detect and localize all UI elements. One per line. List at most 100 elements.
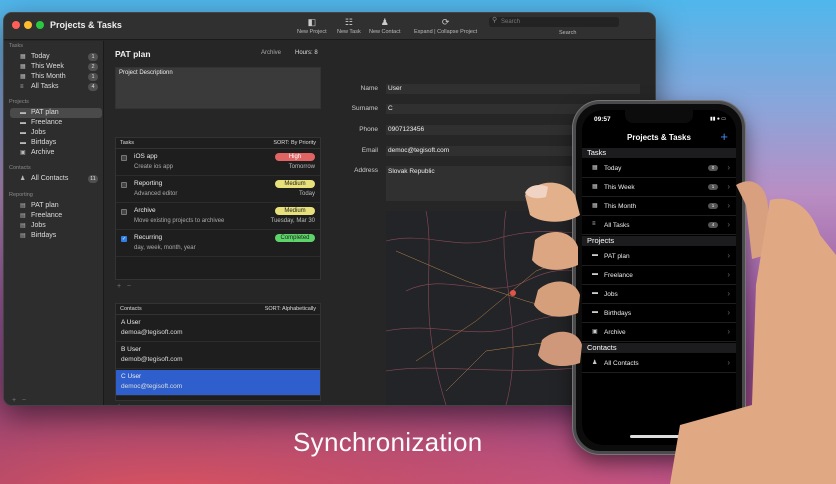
contact-row[interactable]: A User demoa@tegisoft.com xyxy=(116,316,320,342)
new-project-button[interactable]: ◧ New Project xyxy=(297,17,327,35)
contact-name: B User xyxy=(121,346,141,353)
contact-email: demoa@tegisoft.com xyxy=(121,329,183,336)
sidebar-section-tasks: Tasks xyxy=(9,43,24,49)
task-due: Tuesday, Mar 30 xyxy=(270,218,315,224)
new-task-label: New Task xyxy=(337,29,361,35)
report-icon: ▤ xyxy=(20,223,26,229)
sidebar-item-birtdays[interactable]: ▬ Birtdays xyxy=(10,138,102,148)
tasks-sort-button[interactable]: SORT: By Priority xyxy=(273,138,316,149)
sidebar-add-remove[interactable]: + − xyxy=(12,397,26,404)
sidebar-item-pat-plan[interactable]: ▬ PAT plan xyxy=(10,108,102,118)
search-input[interactable]: ⚲ Search xyxy=(489,17,619,27)
calendar-icon: ▦ xyxy=(20,74,26,80)
new-project-label: New Project xyxy=(297,29,327,35)
calendar-icon: ▦ xyxy=(20,54,26,60)
task-checkbox[interactable] xyxy=(121,155,127,161)
sidebar-section-projects: Projects xyxy=(9,99,29,105)
sidebar-item-label: Freelance xyxy=(31,119,63,126)
task-checkbox[interactable] xyxy=(121,182,127,188)
priority-badge: Medium xyxy=(275,207,315,215)
expand-collapse-label: Expand | Collapse Project xyxy=(414,29,478,35)
sidebar-item-today[interactable]: ▦ Today 1 xyxy=(10,52,102,62)
folder-icon: ▬ xyxy=(20,140,26,146)
search-placeholder: Search xyxy=(501,19,521,25)
new-task-button[interactable]: ☷ New Task xyxy=(337,17,361,35)
contacts-sort-button[interactable]: SORT: Alphabetically xyxy=(265,304,316,315)
sidebar-item-this-week[interactable]: ▦ This Week 2 xyxy=(10,62,102,72)
new-contact-label: New Contact xyxy=(369,29,401,35)
sidebar-item-label: Today xyxy=(31,53,50,60)
count-badge: 4 xyxy=(88,83,98,91)
phone-label: Phone xyxy=(359,126,378,133)
caption: Synchronization xyxy=(293,427,483,457)
sidebar-report-freelance[interactable]: ▤ Freelance xyxy=(10,211,102,221)
task-subtitle: Create ios app xyxy=(134,164,174,170)
sidebar-report-birtdays[interactable]: ▤ Birtdays xyxy=(10,231,102,241)
phone-row-label: Today xyxy=(604,165,622,172)
contact-row-selected[interactable]: C User democ@tegisoft.com xyxy=(116,370,320,396)
project-pane: PAT plan Archive Hours: 8 Project Descri… xyxy=(105,41,324,405)
task-checkbox[interactable] xyxy=(121,209,127,215)
sidebar-report-jobs[interactable]: ▤ Jobs xyxy=(10,221,102,231)
folder-icon: ▬ xyxy=(20,130,26,136)
sidebar-item-all-tasks[interactable]: ≡ All Tasks 4 xyxy=(10,82,102,92)
address-label: Address xyxy=(354,167,378,174)
calendar-icon: ▦ xyxy=(592,165,598,171)
task-subtitle: day, week, month, year xyxy=(134,245,196,251)
contacts-header-label: Contacts xyxy=(120,306,142,312)
sidebar-item-archive[interactable]: ▣ Archive xyxy=(10,148,102,158)
task-row[interactable]: iOS app Create ios app High Tomorrow xyxy=(116,150,320,176)
task-checkbox-checked[interactable]: ✓ xyxy=(121,236,127,242)
task-due: Tomorrow xyxy=(288,164,315,170)
project-description-field[interactable]: Project Descriptionn xyxy=(115,67,321,109)
phone-nav-title: Projects & Tasks xyxy=(627,133,691,142)
count-badge: 0 xyxy=(708,165,718,171)
hours-label: Hours: 8 xyxy=(295,50,318,56)
task-add-remove[interactable]: + − xyxy=(117,283,131,290)
expand-collapse-button[interactable]: ⟳ Expand | Collapse Project xyxy=(414,17,477,35)
sidebar-section-contacts: Contacts xyxy=(9,165,31,171)
priority-badge: Completed xyxy=(275,234,315,242)
sidebar-item-label: PAT plan xyxy=(31,202,59,209)
sidebar-item-this-month[interactable]: ▦ This Month 1 xyxy=(10,72,102,82)
tasks-panel-header: Tasks SORT: By Priority xyxy=(116,138,320,149)
phone-add-button[interactable]: + xyxy=(720,129,728,144)
name-label: Name xyxy=(360,85,378,92)
task-title: iOS app xyxy=(134,153,158,160)
new-contact-button[interactable]: ♟ New Contact xyxy=(369,17,401,35)
task-row[interactable]: Reporting Advanced editor Medium Today xyxy=(116,177,320,203)
new-project-icon: ◧ xyxy=(307,17,317,27)
contact-add-remove[interactable]: + − xyxy=(117,403,131,405)
task-row[interactable]: ✓ Recurring day, week, month, year Compl… xyxy=(116,231,320,257)
name-field[interactable]: User xyxy=(386,84,640,94)
contact-name: A User xyxy=(121,319,141,326)
status-time: 09:57 xyxy=(594,116,611,123)
sidebar-item-freelance[interactable]: ▬ Freelance xyxy=(10,118,102,128)
sidebar-item-label: Jobs xyxy=(31,222,46,229)
minimize-button[interactable] xyxy=(24,21,32,29)
chevron-right-icon: › xyxy=(727,163,730,172)
task-row[interactable]: Archive Move existing projects to archiv… xyxy=(116,204,320,230)
folder-icon: ▬ xyxy=(20,120,26,126)
task-subtitle: Move existing projects to archivee xyxy=(134,218,225,224)
people-icon: ♟ xyxy=(20,176,26,182)
count-badge: 2 xyxy=(88,63,98,71)
contact-name: C User xyxy=(121,373,142,380)
task-due: Today xyxy=(298,191,315,197)
sidebar-item-label: All Tasks xyxy=(31,83,59,90)
sidebar-item-label: PAT plan xyxy=(31,109,59,116)
sidebar-item-label: This Month xyxy=(31,73,66,80)
sidebar: Tasks ▦ Today 1 ▦ This Week 2 ▦ This Month 1 ≡… xyxy=(4,41,104,405)
sidebar-item-jobs[interactable]: ▬ Jobs xyxy=(10,128,102,138)
folder-icon: ▬ xyxy=(20,110,26,116)
sidebar-item-label: Birtdays xyxy=(31,139,57,146)
contact-row[interactable]: B User demob@tegisoft.com xyxy=(116,343,320,369)
zoom-button[interactable] xyxy=(36,21,44,29)
contact-email: demob@tegisoft.com xyxy=(121,356,183,363)
sidebar-item-all-contacts[interactable]: ♟ All Contacts 11 xyxy=(10,174,102,184)
archive-button[interactable]: Archive xyxy=(261,50,281,56)
close-button[interactable] xyxy=(12,21,20,29)
sidebar-report-pat-plan[interactable]: ▤ PAT plan xyxy=(10,201,102,211)
sidebar-section-reporting: Reporting xyxy=(9,192,33,198)
contacts-panel-header: Contacts SORT: Alphabetically xyxy=(116,304,320,315)
